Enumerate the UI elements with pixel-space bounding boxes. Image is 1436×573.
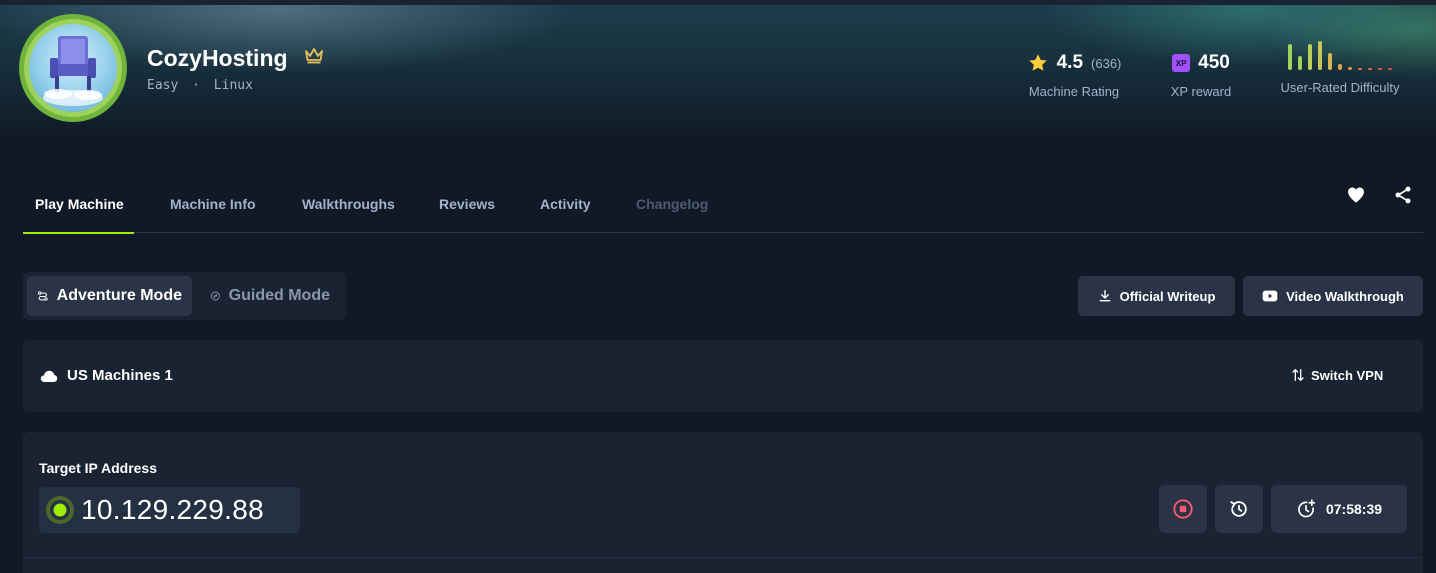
difficulty-label: User-Rated Difficulty xyxy=(1280,80,1400,95)
tab-play-machine[interactable]: Play Machine xyxy=(35,175,124,233)
tab-reviews[interactable]: Reviews xyxy=(439,175,495,233)
chair-icon xyxy=(43,36,103,106)
target-ip-address: 10.129.229.88 xyxy=(81,494,264,525)
panel-divider xyxy=(23,557,1423,558)
tab-label: Activity xyxy=(540,196,591,212)
video-walkthrough-button[interactable]: Video Walkthrough xyxy=(1243,276,1423,316)
machine-meta: Easy · Linux xyxy=(147,78,253,93)
youtube-icon xyxy=(1262,290,1278,302)
switch-vpn-button[interactable]: Switch VPN xyxy=(1291,367,1383,383)
target-ip-box[interactable]: 10.129.229.88 xyxy=(39,487,300,533)
xp-reward-stat: XP 450 XP reward xyxy=(1160,50,1242,99)
tab-label: Walkthroughs xyxy=(302,196,395,212)
share-button[interactable] xyxy=(1392,184,1414,206)
difficulty-chart xyxy=(1270,40,1410,70)
rating-value: 4.5 xyxy=(1056,52,1084,73)
stop-machine-button[interactable] xyxy=(1159,485,1207,533)
difficulty-bar-7 xyxy=(1348,67,1352,70)
machine-avatar xyxy=(19,14,127,122)
tab-changelog: Changelog xyxy=(636,175,708,233)
route-icon xyxy=(37,291,48,301)
difficulty-bar-9 xyxy=(1368,68,1372,70)
tab-label: Changelog xyxy=(636,196,709,212)
official-writeup-label: Official Writeup xyxy=(1119,288,1216,304)
difficulty-bar-5 xyxy=(1328,53,1332,70)
switch-vpn-label: Switch VPN xyxy=(1311,367,1384,383)
tab-label: Play Machine xyxy=(35,196,124,212)
vpn-panel: US Machines 1 Switch VPN xyxy=(23,340,1423,412)
difficulty-bar-1 xyxy=(1288,44,1292,70)
target-ip-label: Target IP Address xyxy=(39,460,158,476)
machine-tabs: Play Machine Machine Info Walkthroughs R… xyxy=(23,175,1423,234)
active-tab-indicator xyxy=(23,232,134,234)
guided-mode-label: Guided Mode xyxy=(228,287,330,304)
heart-icon xyxy=(1348,187,1364,203)
official-writeup-button[interactable]: Official Writeup xyxy=(1078,276,1235,316)
favorite-button[interactable] xyxy=(1345,184,1367,206)
time-remaining: 07:58:39 xyxy=(1325,501,1383,517)
tab-machine-info[interactable]: Machine Info xyxy=(170,175,256,233)
target-panel: Target IP Address 10.129.229.88 07:58:39 xyxy=(23,432,1423,573)
compass-icon xyxy=(210,291,220,301)
video-walkthrough-label: Video Walkthrough xyxy=(1286,288,1404,304)
rating-label: Machine Rating xyxy=(1028,84,1120,99)
extend-time-button[interactable]: 07:58:39 xyxy=(1271,485,1407,533)
reset-icon xyxy=(1230,501,1247,517)
difficulty-bar-8 xyxy=(1358,68,1362,70)
xp-badge-text: XP xyxy=(1175,58,1187,68)
timer-plus-icon xyxy=(1298,499,1316,518)
xp-value: 450 xyxy=(1198,52,1230,73)
meta-separator: · xyxy=(192,78,200,93)
download-icon xyxy=(1099,290,1110,302)
top-edge xyxy=(0,0,1436,5)
stop-icon xyxy=(1173,499,1193,519)
machine-rating-stat: 4.5 (636) Machine Rating xyxy=(1018,50,1130,99)
tab-label: Machine Info xyxy=(170,196,256,212)
swap-icon xyxy=(1292,369,1304,381)
difficulty-bar-2 xyxy=(1298,56,1302,70)
guided-mode-button[interactable]: Guided Mode xyxy=(200,276,340,316)
difficulty-bar-10 xyxy=(1378,68,1382,70)
share-icon xyxy=(1395,186,1411,204)
online-status-icon xyxy=(45,495,75,525)
user-difficulty-stat[interactable]: User-Rated Difficulty xyxy=(1270,40,1410,95)
tab-walkthroughs[interactable]: Walkthroughs xyxy=(302,175,395,233)
mode-switch: Adventure Mode Guided Mode xyxy=(23,272,346,320)
difficulty-text: Easy xyxy=(147,78,179,93)
cloud-icon xyxy=(40,370,58,382)
vpn-server: US Machines 1 xyxy=(40,367,173,384)
star-icon xyxy=(1028,54,1047,71)
vpn-server-name: US Machines 1 xyxy=(67,367,173,384)
crown-icon xyxy=(305,48,323,64)
machine-name: CozyHosting xyxy=(147,45,288,71)
adventure-mode-button[interactable]: Adventure Mode xyxy=(27,276,192,316)
adventure-mode-label: Adventure Mode xyxy=(56,287,182,304)
xp-label: XP reward xyxy=(1170,84,1232,99)
difficulty-bar-6 xyxy=(1338,64,1342,70)
difficulty-bar-4 xyxy=(1318,41,1322,70)
tab-activity[interactable]: Activity xyxy=(540,175,591,233)
difficulty-bar-3 xyxy=(1308,44,1312,70)
difficulty-bar-11 xyxy=(1388,68,1392,70)
os-text: Linux xyxy=(213,78,253,93)
rating-count: (636) xyxy=(1091,55,1122,71)
xp-icon: XP xyxy=(1172,54,1191,72)
tab-label: Reviews xyxy=(439,196,496,212)
reset-machine-button[interactable] xyxy=(1215,485,1263,533)
